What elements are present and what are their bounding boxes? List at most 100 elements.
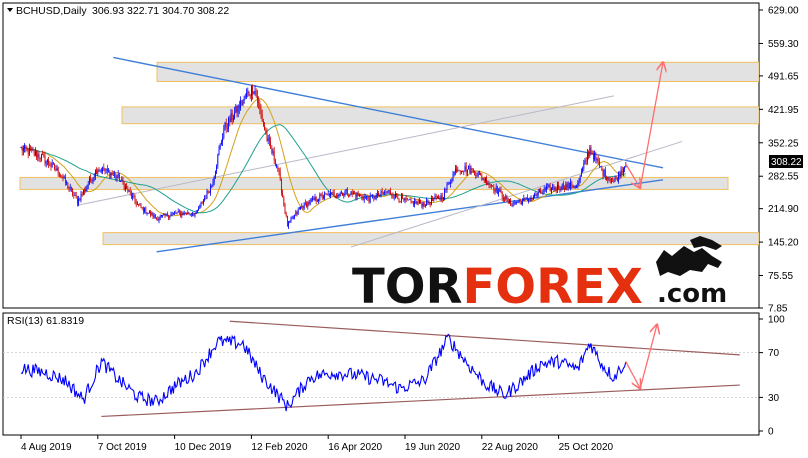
candle-body — [499, 189, 501, 192]
candle-body — [351, 191, 353, 194]
candle-body — [42, 154, 44, 156]
candle-body — [444, 189, 446, 198]
candle-body — [434, 196, 436, 200]
candle-body — [609, 178, 611, 183]
candle-body — [529, 199, 531, 202]
candle-body — [226, 127, 228, 129]
candle-body — [326, 193, 328, 195]
candle-body — [600, 166, 602, 167]
candle-body — [583, 162, 585, 169]
candle-body — [548, 185, 550, 187]
candle-body — [98, 169, 100, 171]
candle-body — [616, 178, 618, 181]
candle-body — [70, 187, 72, 190]
candle-body — [244, 96, 246, 98]
candle-body — [45, 161, 47, 164]
candle-body — [55, 169, 57, 171]
candle-body — [60, 175, 62, 177]
candle-body — [328, 193, 330, 198]
candle-body — [486, 177, 488, 185]
candle-body — [204, 198, 206, 201]
candle-body — [524, 197, 526, 199]
candle-body — [403, 198, 405, 201]
candle-body — [604, 170, 606, 178]
candle-body — [110, 173, 112, 178]
candle-body — [235, 105, 237, 113]
candle-body — [159, 216, 161, 219]
candle-body — [217, 154, 219, 166]
candle-body — [72, 189, 74, 196]
candle-body — [22, 148, 24, 152]
candle-body — [357, 193, 359, 197]
candle-body — [384, 191, 386, 194]
candle-body — [80, 194, 82, 201]
candle-body — [508, 199, 510, 203]
rsi-tick-label: 30 — [768, 393, 780, 404]
candle-body — [313, 197, 315, 201]
candle-body — [567, 182, 569, 188]
candle-body — [565, 184, 567, 190]
candle-body — [96, 170, 98, 175]
candle-body — [354, 193, 356, 194]
candle-body — [54, 164, 56, 170]
candle-body — [186, 213, 188, 215]
candle-body — [190, 214, 192, 215]
candle-body — [259, 103, 261, 109]
candle-body — [602, 169, 604, 177]
candle-body — [505, 196, 507, 200]
candle-body — [541, 192, 543, 194]
candle-body — [480, 172, 482, 175]
candle-body — [346, 188, 348, 195]
candle-body — [452, 174, 454, 181]
candle-body — [392, 195, 394, 198]
candle-body — [21, 147, 23, 152]
candle-body — [464, 166, 466, 171]
candle-body — [613, 181, 615, 183]
candle-body — [309, 199, 311, 205]
candle-body — [49, 164, 51, 167]
candle-body — [157, 218, 159, 221]
candle-body — [408, 199, 410, 201]
candle-body — [295, 211, 297, 215]
candle-body — [282, 192, 284, 198]
candle-body — [181, 213, 183, 216]
candle-body — [314, 197, 316, 201]
candle-body — [249, 95, 251, 97]
candle-body — [406, 199, 408, 201]
price-zone — [121, 106, 759, 125]
candle-body — [477, 172, 479, 176]
candle-body — [160, 215, 162, 217]
candle-body — [460, 171, 462, 173]
candle-body — [76, 198, 78, 204]
candle-body — [267, 137, 269, 141]
candle-body — [619, 172, 621, 178]
candle-body — [64, 176, 66, 183]
candle-body — [334, 196, 336, 197]
candle-body — [592, 153, 594, 160]
ohlc-values: 306.93 322.71 304.70 308.22 — [92, 5, 229, 17]
candle-body — [318, 199, 320, 201]
candle-body — [410, 198, 412, 202]
candle-body — [298, 208, 300, 210]
candle-body — [439, 198, 441, 200]
candle-body — [211, 185, 213, 187]
candle-body — [33, 150, 35, 156]
candle-body — [538, 190, 540, 192]
candle-body — [429, 202, 431, 205]
candle-body — [156, 217, 158, 219]
candle-body — [193, 214, 195, 216]
candle-body — [484, 177, 486, 182]
candle-body — [423, 202, 425, 207]
rsi-tick-label: 100 — [768, 315, 785, 326]
candle-body — [520, 201, 522, 205]
candle-body — [116, 176, 118, 178]
candle-body — [412, 201, 414, 205]
candle-body — [370, 195, 372, 197]
candle-body — [415, 200, 417, 204]
time-tick-label: 25 Oct 2020 — [559, 442, 614, 453]
candle-body — [578, 181, 580, 183]
candle-body — [276, 165, 278, 167]
candle-body — [242, 100, 244, 106]
candle-body — [501, 192, 503, 198]
candle-body — [511, 205, 513, 207]
